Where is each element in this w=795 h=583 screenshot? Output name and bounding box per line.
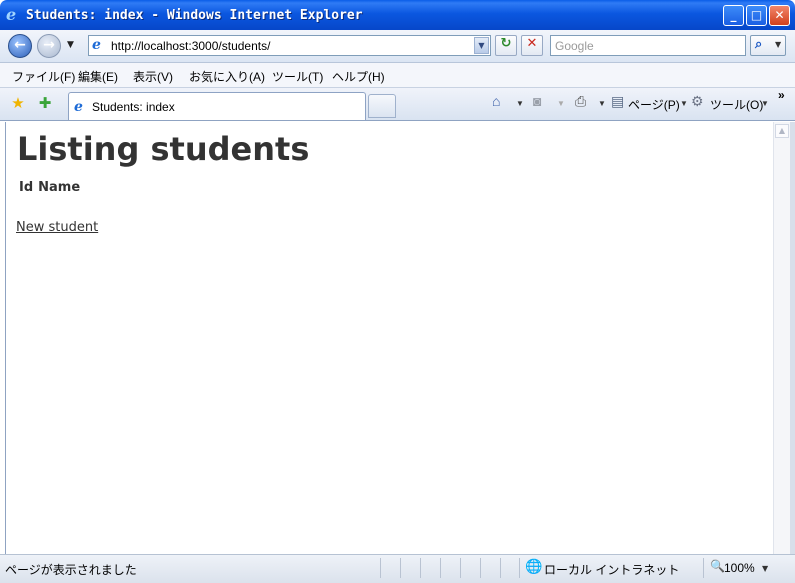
tab-command-bar: ★ ✚ e Students: index ⌂ ▼ ◙ ▼ ⎙ ▼ ▤ ページ(…: [0, 88, 795, 121]
window-title: Students: index - Windows Internet Explo…: [26, 8, 363, 23]
tools-menu-button[interactable]: ツール(O): [710, 96, 763, 113]
history-dropdown-icon[interactable]: ▼: [67, 40, 74, 50]
printer-icon[interactable]: ⎙: [575, 93, 586, 110]
rss-icon[interactable]: ◙: [533, 93, 541, 109]
page-icon: ▤: [611, 93, 625, 109]
more-commands-chevron-icon[interactable]: »: [778, 88, 785, 102]
menu-help[interactable]: ヘルプ(H): [332, 68, 385, 85]
security-zone-text[interactable]: ローカル イントラネット: [544, 561, 679, 578]
home-dropdown-icon[interactable]: ▼: [516, 99, 524, 108]
status-separator: [440, 558, 441, 578]
address-toolbar: ← → ▼ e http://localhost:3000/students/ …: [0, 30, 795, 63]
scroll-up-arrow-icon[interactable]: ▲: [775, 124, 789, 138]
add-favorite-icon[interactable]: ✚: [36, 94, 54, 112]
page-viewport: Listing students Id Name New student: [5, 122, 774, 554]
zoom-icon: 🔍: [710, 559, 725, 573]
new-student-link[interactable]: New student: [16, 220, 98, 235]
url-text[interactable]: http://localhost:3000/students/: [111, 39, 270, 53]
status-separator: [380, 558, 381, 578]
menu-edit[interactable]: 編集(E): [78, 68, 118, 85]
magnifier-icon: ⌕: [755, 37, 763, 52]
close-button[interactable]: ✕: [769, 5, 790, 26]
menu-favorites[interactable]: お気に入り(A): [189, 68, 265, 85]
students-table-header: Id Name: [19, 180, 85, 195]
status-bar: ページが表示されました 🌐 ローカル イントラネット 🔍 100% ▼: [0, 554, 795, 583]
window-right-border: [790, 122, 795, 554]
page-menu-button[interactable]: ページ(P): [628, 96, 680, 113]
globe-icon: 🌐: [525, 559, 543, 575]
search-options-dropdown-icon[interactable]: ▼: [775, 40, 781, 49]
address-field[interactable]: e http://localhost:3000/students/ ▼: [88, 35, 491, 56]
menu-view[interactable]: 表示(V): [133, 68, 173, 85]
tab-ie-icon: e: [74, 99, 83, 115]
refresh-icon: ↻: [500, 36, 512, 51]
gear-icon: ⚙: [691, 93, 704, 109]
status-separator: [500, 558, 501, 578]
status-separator: [703, 558, 704, 578]
forward-arrow-icon: →: [43, 37, 55, 53]
back-arrow-icon: ←: [14, 37, 26, 53]
address-dropdown-icon[interactable]: ▼: [474, 37, 489, 54]
stop-button[interactable]: ✕: [521, 35, 543, 56]
back-button[interactable]: ←: [8, 34, 32, 58]
tab-students-index[interactable]: e Students: index: [68, 92, 366, 120]
zoom-dropdown-icon[interactable]: ▼: [762, 564, 768, 573]
status-text: ページが表示されました: [5, 563, 137, 577]
page-ie-icon: e: [92, 37, 101, 53]
tab-label: Students: index: [92, 100, 175, 114]
new-tab-button[interactable]: [368, 94, 396, 118]
status-separator: [480, 558, 481, 578]
maximize-button[interactable]: □: [746, 5, 767, 26]
column-header-id: Id: [19, 180, 34, 195]
forward-button[interactable]: →: [37, 34, 61, 58]
minimize-button[interactable]: _: [723, 5, 744, 26]
print-dropdown-icon[interactable]: ▼: [598, 99, 606, 108]
title-bar: e Students: index - Windows Internet Exp…: [0, 0, 795, 30]
stop-icon: ✕: [526, 36, 538, 51]
menu-bar: ファイル(F) 編集(E) 表示(V) お気に入り(A) ツール(T) ヘルプ(…: [0, 63, 795, 88]
vertical-scrollbar[interactable]: ▲: [773, 122, 790, 554]
page-dropdown-icon[interactable]: ▼: [680, 99, 688, 108]
rss-dropdown-icon[interactable]: ▼: [557, 99, 565, 108]
status-separator: [519, 558, 520, 578]
search-button[interactable]: ⌕ ▼: [750, 35, 786, 56]
refresh-button[interactable]: ↻: [495, 35, 517, 56]
star-icon[interactable]: ★: [9, 94, 27, 112]
ie-logo-icon: e: [6, 5, 17, 24]
zoom-level[interactable]: 100%: [724, 561, 755, 575]
column-header-name: Name: [38, 180, 81, 195]
page-title: Listing students: [17, 130, 310, 168]
status-separator: [460, 558, 461, 578]
home-icon[interactable]: ⌂: [492, 93, 500, 109]
status-separator: [420, 558, 421, 578]
search-input[interactable]: Google: [550, 35, 746, 56]
menu-file[interactable]: ファイル(F): [12, 68, 75, 85]
status-separator: [400, 558, 401, 578]
menu-tools[interactable]: ツール(T): [272, 68, 323, 85]
search-placeholder: Google: [555, 39, 594, 53]
tools-dropdown-icon[interactable]: ▼: [761, 99, 769, 108]
